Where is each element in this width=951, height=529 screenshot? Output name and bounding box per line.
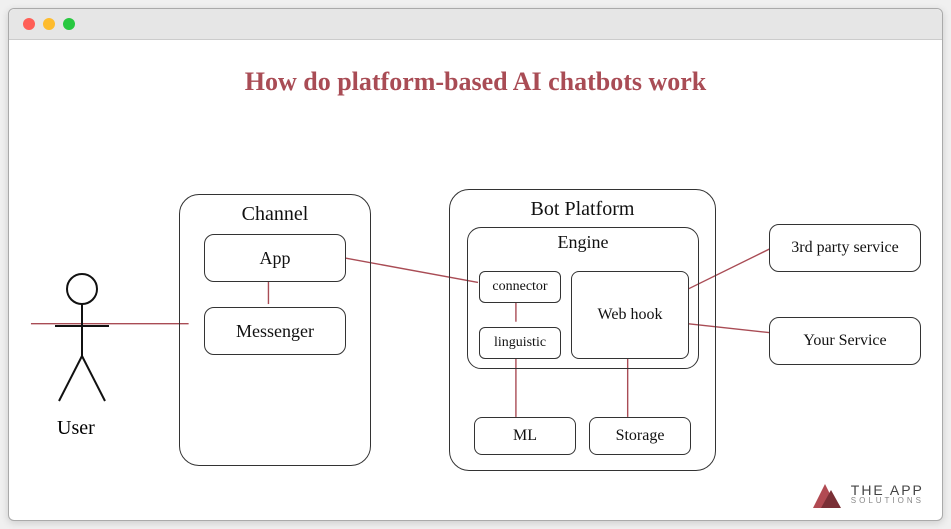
connector-box: connector	[479, 271, 561, 303]
messenger-box: Messenger	[204, 307, 346, 355]
storage-label: Storage	[616, 427, 665, 445]
maximize-icon[interactable]	[63, 18, 75, 30]
user-icon	[47, 271, 117, 411]
webhook-label: Web hook	[598, 306, 663, 324]
user-label: User	[57, 417, 95, 440]
page-title: How do platform-based AI chatbots work	[9, 67, 942, 97]
linguistic-box: linguistic	[479, 327, 561, 359]
close-icon[interactable]	[23, 18, 35, 30]
your-service-label: Your Service	[803, 332, 886, 350]
webhook-box: Web hook	[571, 271, 689, 359]
diagram-canvas: How do platform-based AI chatbots work	[9, 39, 942, 520]
brand-logo: THE APP SOLUTIONS	[813, 480, 924, 508]
ml-box: ML	[474, 417, 576, 455]
your-service-box: Your Service	[769, 317, 921, 365]
connector-label: connector	[492, 279, 547, 295]
ml-label: ML	[513, 427, 537, 445]
third-party-box: 3rd party service	[769, 224, 921, 272]
brand-logo-icon	[813, 480, 841, 508]
bot-platform-title: Bot Platform	[450, 198, 715, 221]
app-window: How do platform-based AI chatbots work	[8, 8, 943, 521]
app-label: App	[260, 248, 291, 269]
app-box: App	[204, 234, 346, 282]
engine-title: Engine	[468, 232, 698, 253]
linguistic-label: linguistic	[494, 335, 546, 351]
channel-title: Channel	[180, 203, 370, 226]
storage-box: Storage	[589, 417, 691, 455]
window-titlebar	[9, 9, 942, 40]
third-party-label: 3rd party service	[791, 239, 899, 257]
brand-name-line1: THE APP	[851, 483, 924, 497]
minimize-icon[interactable]	[43, 18, 55, 30]
brand-name-line2: SOLUTIONS	[851, 497, 924, 505]
messenger-label: Messenger	[236, 321, 314, 342]
